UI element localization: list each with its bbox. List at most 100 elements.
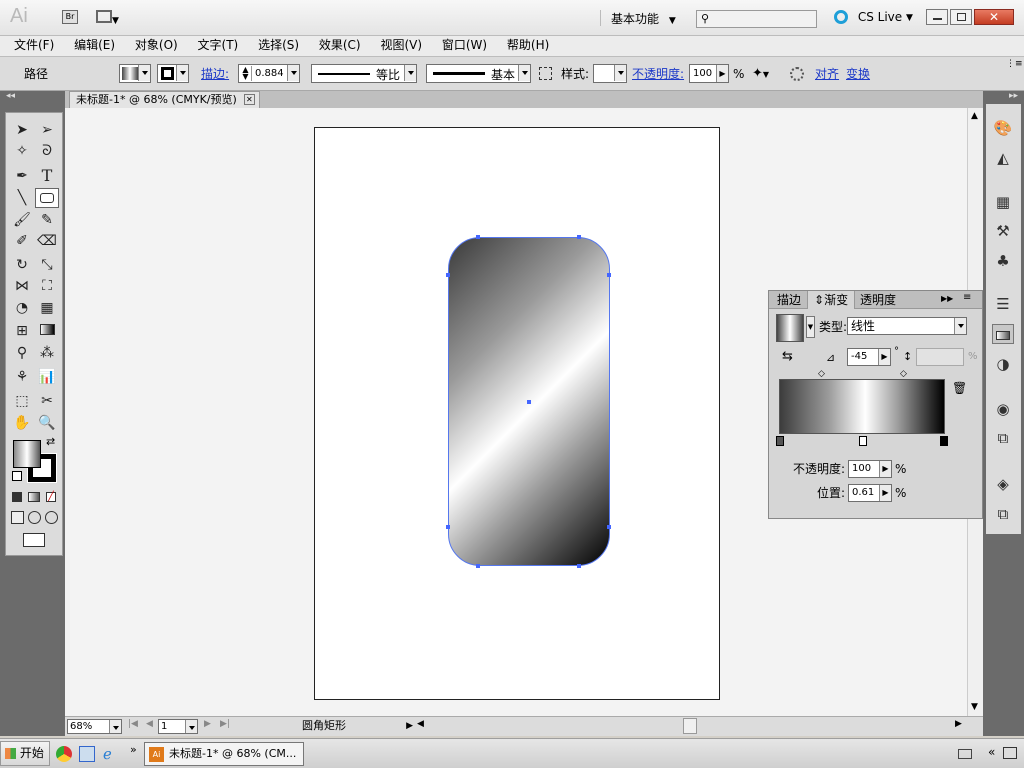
previous-artboard-icon[interactable]: ◀ xyxy=(146,719,153,729)
width-tool-icon[interactable]: ⋈ xyxy=(10,276,34,296)
lasso-tool-icon[interactable]: ᘐ xyxy=(35,141,59,161)
pencil-tool-icon[interactable]: ✎ xyxy=(35,210,59,230)
fill-swatch[interactable] xyxy=(119,64,151,83)
artboard-tool-icon[interactable]: ⬚ xyxy=(10,391,34,411)
scale-tool-icon[interactable]: ⤡ xyxy=(35,255,59,275)
recolor-icon[interactable] xyxy=(539,67,552,80)
quick-launch-more-icon[interactable]: » xyxy=(130,743,137,756)
taskbar-illustrator-window[interactable]: Ai 未标题-1* @ 68% (CM... xyxy=(144,742,304,766)
angle-field[interactable]: -45 ▶ xyxy=(847,348,891,366)
eyedropper-tool-icon[interactable]: ⚲ xyxy=(10,343,34,363)
minimize-button[interactable] xyxy=(926,9,948,25)
menu-file[interactable]: 文件(F) xyxy=(6,36,62,55)
menu-select[interactable]: 选择(S) xyxy=(250,36,307,55)
aspect-ratio-field[interactable] xyxy=(916,348,964,366)
swap-colors-icon[interactable]: ⇄ xyxy=(46,435,55,448)
draw-normal-icon[interactable] xyxy=(11,511,24,524)
anchor-point[interactable] xyxy=(577,235,581,239)
color-mode-icon[interactable] xyxy=(12,492,22,502)
stroke-link[interactable]: 描边: xyxy=(201,66,229,82)
tab-stroke[interactable]: 描边 xyxy=(771,291,807,309)
search-field[interactable]: ⚲ xyxy=(696,10,817,28)
screen-mode-icon[interactable] xyxy=(23,533,45,547)
zoom-select[interactable]: 68% xyxy=(67,719,122,734)
pen-tool-icon[interactable]: ✒ xyxy=(10,166,34,186)
slice-tool-icon[interactable]: ✂ xyxy=(35,391,59,411)
line-tool-icon[interactable]: ╲ xyxy=(10,188,34,208)
rotate-tool-icon[interactable]: ↻ xyxy=(10,255,34,275)
gradient-slider-bar[interactable] xyxy=(779,379,945,434)
anchor-point[interactable] xyxy=(446,273,450,277)
opacity-field[interactable]: 100 ▶ xyxy=(689,64,729,83)
layers-icon[interactable]: ◈ xyxy=(992,474,1014,494)
tab-transparency[interactable]: 透明度 xyxy=(854,291,902,309)
swatches-icon[interactable]: ▦ xyxy=(992,192,1014,212)
play-icon[interactable]: ▶ xyxy=(879,461,891,477)
cslive-button[interactable]: CS Live ▼ xyxy=(834,9,914,27)
network-icon[interactable] xyxy=(1003,747,1017,759)
draw-behind-icon[interactable] xyxy=(28,511,41,524)
menu-object[interactable]: 对象(O) xyxy=(127,36,186,55)
stepper-icon[interactable]: ▲ ▼ xyxy=(240,66,252,81)
menu-type[interactable]: 文字(T) xyxy=(190,36,247,55)
scroll-up-icon[interactable]: ▲ xyxy=(971,111,978,121)
scroll-left-icon[interactable]: ◀ xyxy=(417,719,424,729)
perspective-grid-tool-icon[interactable]: ▦ xyxy=(35,298,59,318)
document-tab[interactable]: 未标题-1* @ 68% (CMYK/预览) ✕ xyxy=(69,91,260,108)
location-field[interactable]: 0.61 ▶ xyxy=(848,484,892,502)
tab-gradient[interactable]: ⇕渐变 xyxy=(807,291,856,309)
gradient-mode-icon[interactable] xyxy=(28,492,40,502)
eraser-tool-icon[interactable]: ⌫ xyxy=(35,231,59,251)
scroll-down-icon[interactable]: ▼ xyxy=(971,702,978,712)
horizontal-scroll-thumb[interactable] xyxy=(683,718,697,734)
anchor-point[interactable] xyxy=(577,564,581,568)
close-button[interactable]: ✕ xyxy=(974,9,1014,25)
start-button[interactable]: 开始 xyxy=(0,741,50,766)
panel-collapse-icon[interactable]: ▶▶ xyxy=(941,294,953,303)
delete-stop-icon[interactable]: 🗑 xyxy=(952,381,967,395)
draw-inside-icon[interactable] xyxy=(45,511,58,524)
anchor-point[interactable] xyxy=(607,525,611,529)
restore-button[interactable] xyxy=(950,9,972,25)
direct-selection-tool-icon[interactable]: ➢ xyxy=(35,120,59,140)
stop-opacity-field[interactable]: 100 ▶ xyxy=(848,460,892,478)
free-transform-tool-icon[interactable]: ⛶ xyxy=(35,276,59,296)
column-graph-tool-icon[interactable]: 📊 xyxy=(35,367,59,387)
tray-expand-icon[interactable]: « xyxy=(988,745,995,759)
default-colors-icon[interactable] xyxy=(12,471,22,481)
play-icon[interactable]: ▶ xyxy=(406,718,413,734)
menu-view[interactable]: 视图(V) xyxy=(372,36,430,55)
stroke-swatch[interactable] xyxy=(157,64,189,83)
reverse-gradient-icon[interactable]: ⇆ xyxy=(782,349,793,364)
gradient-type-select[interactable]: 线性 xyxy=(847,317,967,335)
scroll-right-icon[interactable]: ▶ xyxy=(955,719,962,729)
menu-help[interactable]: 帮助(H) xyxy=(499,36,557,55)
center-point[interactable] xyxy=(527,400,531,404)
select-similar-icon[interactable]: ✦▼ xyxy=(752,66,769,81)
artboards-icon[interactable]: ⧉ xyxy=(992,504,1014,524)
transform-link[interactable]: 变换 xyxy=(846,66,870,82)
gradient-swatch-dropdown[interactable]: ▼ xyxy=(806,316,815,338)
play-icon[interactable]: ▶ xyxy=(878,349,890,365)
collapse-icon[interactable]: ◂◂ xyxy=(6,91,15,101)
symbols-icon[interactable]: ♣ xyxy=(992,251,1014,271)
midpoint-marker[interactable]: ◇ xyxy=(818,369,825,379)
keyboard-icon[interactable] xyxy=(958,749,972,759)
paintbrush-tool-icon[interactable]: 🖌 xyxy=(10,210,34,230)
next-artboard-icon[interactable]: ▶ xyxy=(204,719,211,729)
anchor-point[interactable] xyxy=(476,564,480,568)
graphic-style-picker[interactable] xyxy=(593,64,627,83)
chrome-icon[interactable] xyxy=(56,746,72,762)
opacity-link[interactable]: 不透明度: xyxy=(632,66,684,82)
align-link[interactable]: 对齐 xyxy=(815,66,839,82)
color-stop-middle[interactable] xyxy=(859,436,867,446)
brushes-icon[interactable]: ⚒ xyxy=(992,221,1014,241)
stroke-panel-icon[interactable]: ☰ xyxy=(992,294,1014,314)
play-icon[interactable]: ▶ xyxy=(716,65,728,82)
transparency-panel-icon[interactable]: ◑ xyxy=(992,354,1014,374)
graphic-styles-icon[interactable]: ⧉ xyxy=(992,428,1014,448)
workspace-switcher[interactable]: 基本功能 ▼ xyxy=(600,10,680,26)
magic-wand-tool-icon[interactable]: ✧ xyxy=(10,141,34,161)
blend-tool-icon[interactable]: ⁂ xyxy=(35,343,59,363)
first-artboard-icon[interactable]: |◀ xyxy=(128,719,138,729)
